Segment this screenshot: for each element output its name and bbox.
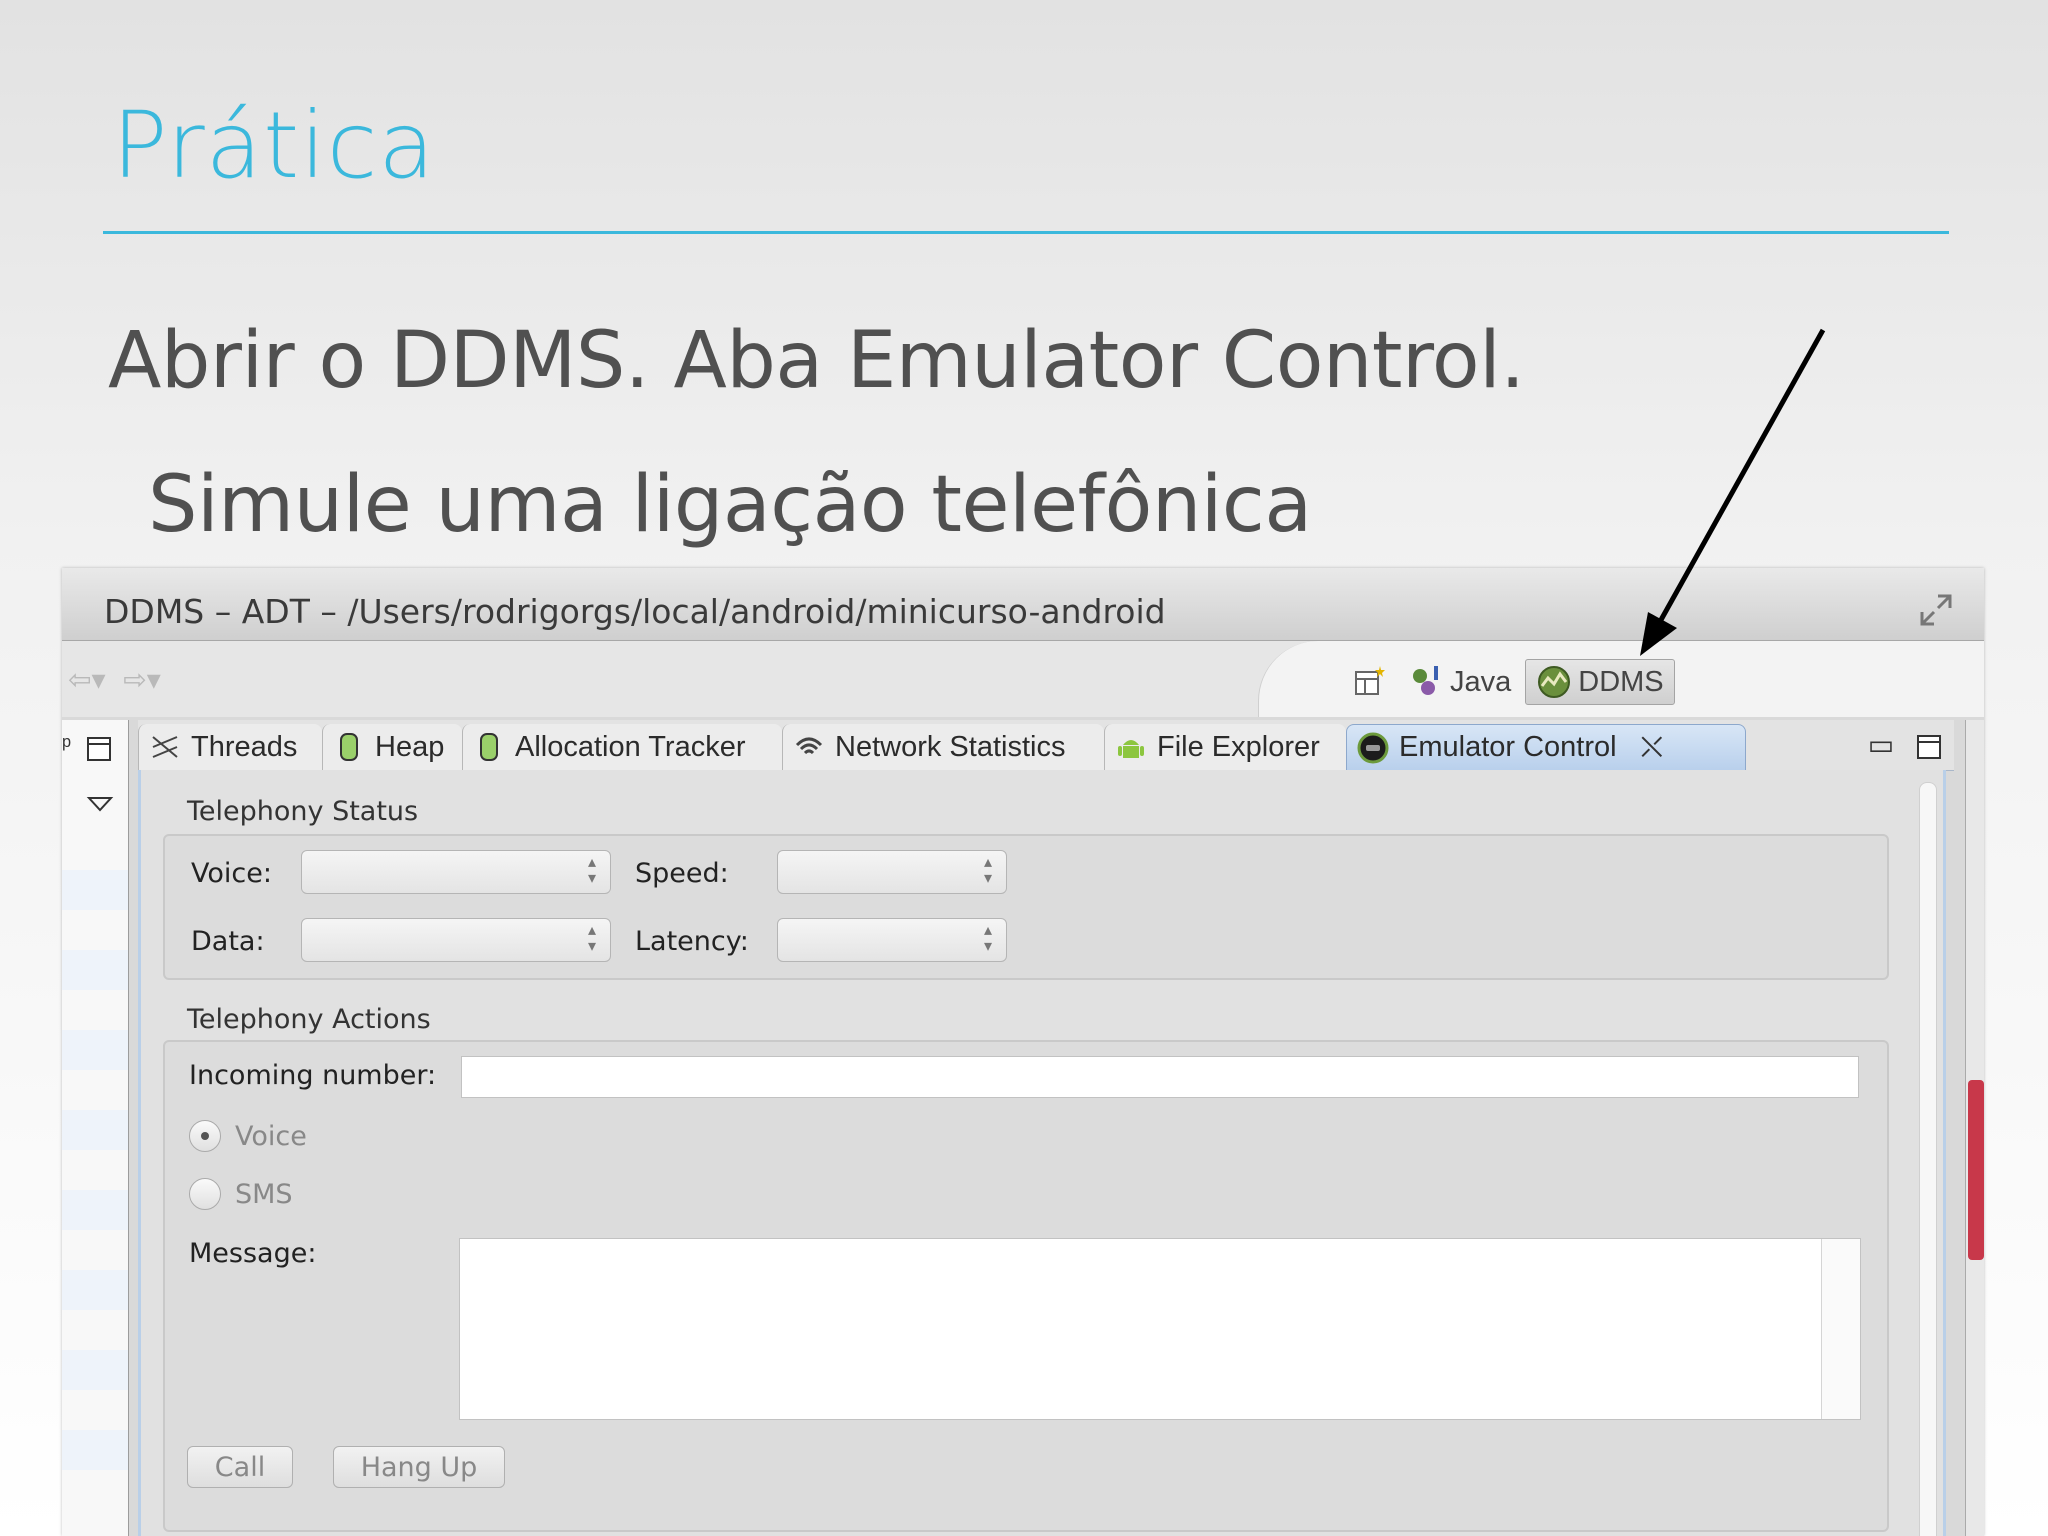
back-arrow-icon[interactable]: ⇦▾	[68, 664, 106, 695]
select-arrows-icon: ▴ ▾	[587, 854, 596, 887]
incoming-number-label: Incoming number:	[189, 1060, 437, 1091]
forward-arrow-icon[interactable]: ⇨▾	[123, 664, 161, 695]
sms-radio-label: SMS	[235, 1178, 293, 1210]
voice-radio[interactable]: Voice	[189, 1120, 307, 1152]
threads-icon	[152, 736, 178, 758]
call-button[interactable]: Call	[187, 1446, 293, 1488]
message-scrollbar[interactable]	[1821, 1239, 1860, 1419]
perspective-switcher: Java DDMS	[1352, 654, 1675, 710]
view-tabs: Threads Heap Allocation Tracker Network …	[138, 720, 1954, 771]
android-icon	[1118, 740, 1144, 758]
open-perspective-button[interactable]	[1352, 664, 1394, 700]
nav-history: ⇦▾ ⇨▾	[68, 663, 171, 696]
telephony-actions-heading: Telephony Actions	[187, 1004, 431, 1035]
incoming-number-input[interactable]	[461, 1056, 1859, 1098]
list-row	[62, 1430, 128, 1470]
fullscreen-icon[interactable]	[1918, 592, 1954, 628]
emulator-control-view: Threads Heap Allocation Tracker Network …	[138, 720, 1954, 1536]
java-icon	[1413, 666, 1438, 695]
panel-fragment-icon: ᵖ	[62, 732, 72, 759]
tab-allocation-tracker[interactable]: Allocation Tracker	[462, 724, 782, 770]
view-controls: ▭	[1868, 728, 1942, 761]
data-label: Data:	[191, 926, 265, 957]
open-perspective-icon	[1355, 666, 1385, 695]
instruction-line-1: Abrir o DDMS. Aba Emulator Control.	[108, 316, 1525, 406]
maximize-icon[interactable]	[1916, 734, 1942, 760]
emulator-icon	[1357, 732, 1389, 763]
latency-select[interactable]: ▴ ▾	[777, 918, 1007, 962]
java-perspective-button[interactable]: Java	[1408, 664, 1511, 700]
voice-label: Voice:	[191, 858, 272, 889]
message-textarea[interactable]	[459, 1238, 1861, 1420]
maximize-view-icon[interactable]	[86, 736, 112, 762]
minimize-icon[interactable]: ▭	[1868, 729, 1894, 760]
adjacent-window-edge	[1965, 720, 1984, 1536]
ddms-window: DDMS – ADT – /Users/rodrigorgs/local/and…	[62, 568, 1984, 1536]
window-title: DDMS – ADT – /Users/rodrigorgs/local/and…	[104, 592, 1166, 631]
view-menu-icon[interactable]	[86, 794, 114, 814]
ddms-perspective-label: DDMS	[1578, 665, 1664, 698]
sms-radio-button[interactable]	[189, 1178, 221, 1210]
title-divider	[103, 231, 1949, 234]
devices-panel: ᵖ	[62, 720, 129, 1536]
java-perspective-label: Java	[1450, 665, 1512, 698]
list-row	[62, 1190, 128, 1230]
adjacent-window-fragment	[1968, 1080, 1984, 1260]
close-tab-icon[interactable]: ⛌	[1641, 731, 1663, 765]
window-titlebar: DDMS – ADT – /Users/rodrigorgs/local/and…	[62, 568, 1984, 641]
sms-radio[interactable]: SMS	[189, 1178, 293, 1210]
wifi-icon	[795, 737, 823, 755]
instruction-line-2: Simule uma ligação telefônica	[148, 460, 1312, 550]
tab-network-statistics[interactable]: Network Statistics	[782, 724, 1104, 770]
list-row	[62, 950, 128, 990]
tab-file-explorer[interactable]: File Explorer	[1104, 724, 1346, 770]
data-select[interactable]: ▴ ▾	[301, 918, 611, 962]
list-row	[62, 1030, 128, 1070]
select-arrows-icon: ▴ ▾	[983, 922, 992, 955]
telephony-actions-group: Incoming number: Voice SMS Message: Call…	[163, 1040, 1889, 1532]
tab-emulator-control[interactable]: Emulator Control ⛌	[1346, 724, 1746, 770]
list-row	[62, 1350, 128, 1390]
select-arrows-icon: ▴ ▾	[587, 922, 596, 955]
emulator-control-content: Telephony Status Voice: ▴ ▾ Speed: ▴ ▾ Dat…	[138, 770, 1946, 1536]
list-row	[62, 870, 128, 910]
speed-label: Speed:	[635, 858, 729, 889]
allocation-icon	[480, 733, 498, 761]
select-arrows-icon: ▴ ▾	[983, 854, 992, 887]
list-row	[62, 1110, 128, 1150]
tab-threads[interactable]: Threads	[138, 724, 322, 770]
voice-select[interactable]: ▴ ▾	[301, 850, 611, 894]
telephony-status-group: Voice: ▴▾ Speed: ▴▾ Data: ▴▾ Latency:	[163, 834, 1889, 980]
slide-title: Prática	[112, 92, 436, 199]
latency-label: Latency:	[635, 926, 749, 957]
list-row	[62, 1270, 128, 1310]
telephony-status-heading: Telephony Status	[187, 796, 419, 827]
voice-radio-label: Voice	[235, 1120, 307, 1152]
voice-radio-button[interactable]	[189, 1120, 221, 1152]
heap-icon	[340, 733, 358, 761]
hang-up-button[interactable]: Hang Up	[333, 1446, 505, 1488]
ddms-perspective-button[interactable]: DDMS	[1525, 659, 1675, 705]
message-label: Message:	[189, 1238, 317, 1269]
speed-select[interactable]: ▴ ▾	[777, 850, 1007, 894]
vertical-scrollbar[interactable]	[1919, 782, 1937, 1536]
tab-heap[interactable]: Heap	[322, 724, 462, 770]
ddms-icon	[1538, 666, 1571, 698]
